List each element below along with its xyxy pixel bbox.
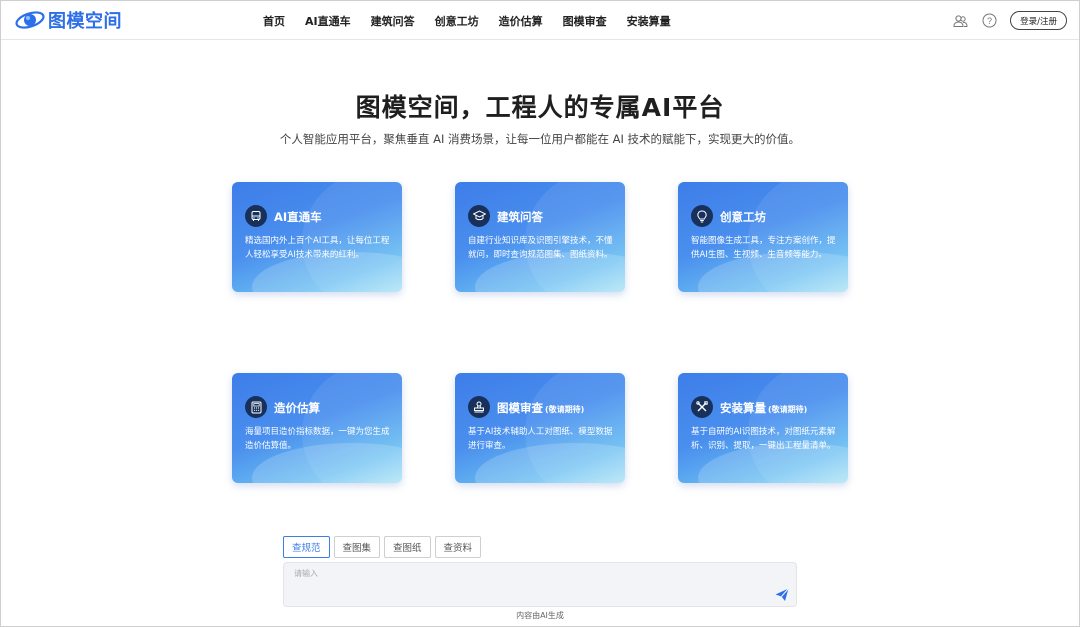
card-description: 基于自研的AI识图技术，对图纸元素解析、识别、提取，一键出工程量清单。 (691, 427, 836, 451)
login-register-button[interactable]: 登录/注册 (1010, 11, 1067, 30)
main-nav: 首页 AI直通车 建筑问答 创意工坊 造价估算 图模审查 安装算量 (263, 1, 691, 40)
tab-materials[interactable]: 查资料 (434, 536, 482, 558)
nav-item-home[interactable]: 首页 (263, 13, 285, 29)
header-actions: ? 登录/注册 (952, 10, 1067, 31)
hero-subtitle: 个人智能应用平台，聚焦垂直 AI 消费场景，让每一位用户都能在 AI 技术的赋能… (279, 132, 801, 146)
nav-item-creative-workshop[interactable]: 创意工坊 (435, 13, 479, 29)
card-description: 基于AI技术辅助人工对图纸、模型数据进行审查。 (468, 427, 613, 451)
card-title: 安装算量 (敬请期待) (720, 401, 808, 415)
search-category-tabs: 查规范 查图集 查图纸 查资料 (283, 536, 485, 558)
card-title: 造价估算 (274, 401, 320, 415)
nav-item-building-qa[interactable]: 建筑问答 (371, 13, 415, 29)
lightbulb-icon (691, 205, 713, 227)
card-description: 自建行业知识库及识图引擎技术，不懂就问，即时查询规范图集、图纸资料。 (468, 236, 613, 260)
card-installation-quantity[interactable]: 安装算量 (敬请期待) 基于自研的AI识图技术，对图纸元素解析、识别、提取，一键出… (678, 373, 848, 483)
nav-item-cost-estimate[interactable]: 造价估算 (499, 13, 543, 29)
search-input[interactable] (284, 563, 796, 606)
nav-item-installation-quantity[interactable]: 安装算量 (627, 13, 671, 29)
card-creative-workshop[interactable]: 创意工坊 智能图像生成工具，专注方案创作，提供AI生图、生视频、生音频等能力。 (678, 182, 848, 292)
tab-standards[interactable]: 查规范 (283, 536, 330, 558)
card-ai-express[interactable]: AI直通车 精选国内外上百个AI工具，让每位工程人轻松享受AI技术带来的红利。 (232, 182, 402, 292)
card-cost-estimate[interactable]: 造价估算 海量项目造价指标数据，一键为您生成造价估算值。 (232, 373, 402, 483)
search-box (283, 562, 797, 607)
card-title: 图模审查 (敬请期待) (497, 401, 585, 415)
tab-atlas[interactable]: 查图集 (333, 536, 381, 558)
nav-item-drawing-review[interactable]: 图模审查 (563, 13, 607, 29)
coming-soon-tag: (敬请期待) (768, 405, 808, 414)
card-drawing-review[interactable]: 图模审查 (敬请期待) 基于AI技术辅助人工对图纸、模型数据进行审查。 (455, 373, 625, 483)
card-description: 精选国内外上百个AI工具，让每位工程人轻松享受AI技术带来的红利。 (245, 236, 390, 260)
tools-icon (691, 396, 713, 418)
nav-item-ai-express[interactable]: AI直通车 (305, 13, 351, 29)
logo[interactable]: 图模空间 (14, 9, 122, 32)
card-title: 创意工坊 (720, 210, 766, 224)
help-icon[interactable]: ? (981, 13, 997, 29)
tab-drawings[interactable]: 查图纸 (384, 536, 431, 558)
send-icon[interactable] (774, 587, 790, 603)
graduation-cap-icon (468, 205, 490, 227)
logo-icon (15, 11, 45, 29)
card-description: 海量项目造价指标数据，一键为您生成造价估算值。 (245, 427, 390, 451)
coming-soon-tag: (敬请期待) (545, 405, 585, 414)
ai-generated-note: 内容由AI生成 (516, 611, 564, 620)
community-icon[interactable] (952, 13, 968, 29)
logo-text: 图模空间 (48, 11, 122, 32)
card-building-qa[interactable]: 建筑问答 自建行业知识库及识图引擎技术，不懂就问，即时查询规范图集、图纸资料。 (455, 182, 625, 292)
bus-icon (245, 205, 267, 227)
card-title: 建筑问答 (497, 210, 543, 224)
calculator-icon (245, 396, 267, 418)
top-navigation-bar: 图模空间 首页 AI直通车 建筑问答 创意工坊 造价估算 图模审查 安装算量 ?… (1, 1, 1079, 40)
hero-title: 图模空间，工程人的专属AI平台 (355, 93, 725, 122)
svg-text:?: ? (987, 16, 992, 26)
stamp-icon (468, 396, 490, 418)
card-description: 智能图像生成工具，专注方案创作，提供AI生图、生视频、生音频等能力。 (691, 236, 836, 260)
card-title: AI直通车 (274, 210, 322, 224)
